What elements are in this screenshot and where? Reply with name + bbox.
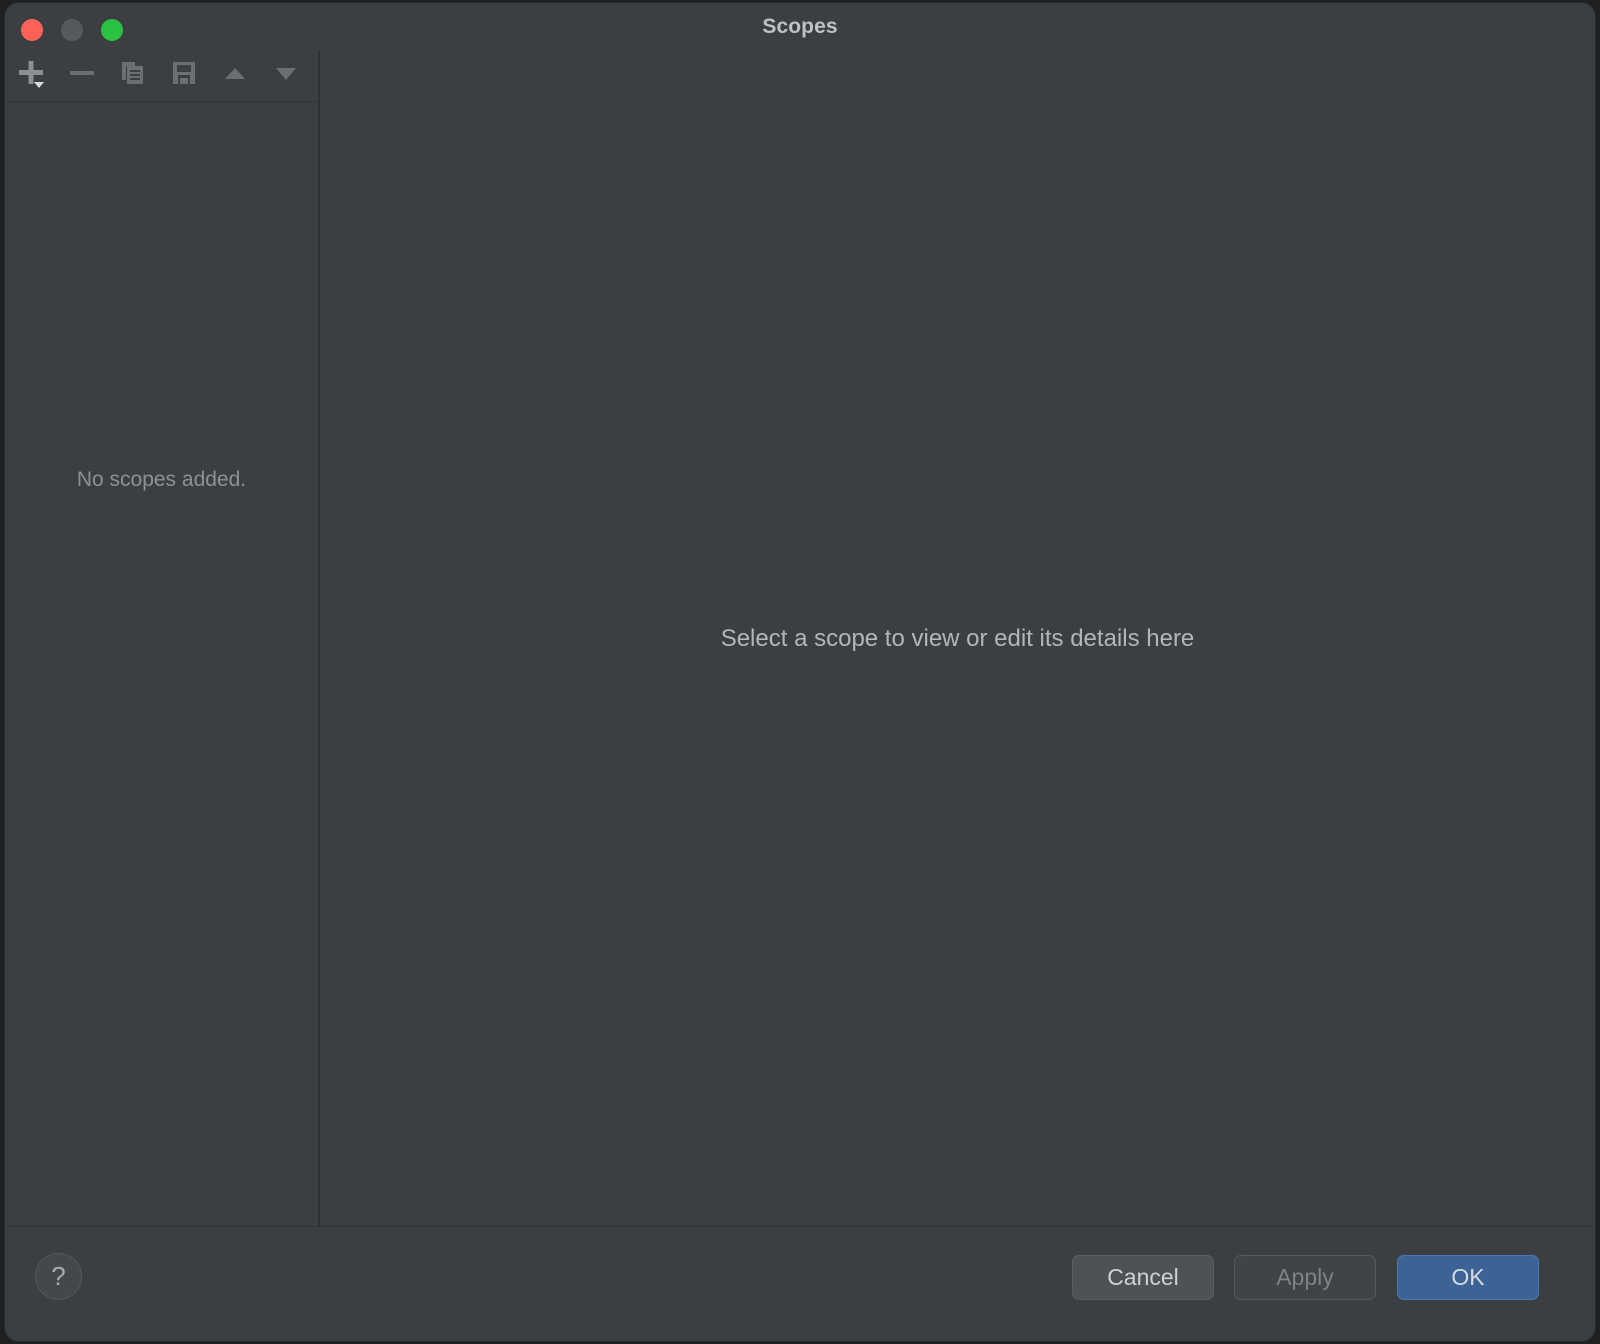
add-scope-button[interactable] (5, 50, 56, 100)
triangle-down-icon (271, 58, 301, 93)
apply-button[interactable]: Apply (1234, 1255, 1376, 1300)
dialog-body: No scopes added. Select a scope to view … (5, 50, 1595, 1226)
save-icon (169, 58, 199, 93)
cancel-button[interactable]: Cancel (1072, 1255, 1214, 1300)
scopes-empty-message: No scopes added. (76, 468, 247, 491)
remove-scope-button[interactable] (56, 50, 107, 100)
copy-icon (118, 58, 148, 93)
scopes-toolbar (5, 50, 318, 102)
minus-icon (67, 58, 97, 93)
move-scope-down-button[interactable] (260, 50, 311, 100)
title-bar: Scopes (5, 3, 1595, 51)
move-scope-up-button[interactable] (209, 50, 260, 100)
dialog-footer: ? Cancel Apply OK (5, 1226, 1595, 1341)
scope-details-panel: Select a scope to view or edit its detai… (320, 50, 1595, 1226)
help-icon[interactable]: ? (35, 1253, 82, 1300)
save-scope-button[interactable] (158, 50, 209, 100)
scopes-list-panel: No scopes added. (5, 50, 318, 1226)
scopes-dialog-window: Scopes No scopes added. Select a scope t… (5, 3, 1595, 1341)
scope-details-placeholder: Select a scope to view or edit its detai… (720, 625, 1195, 652)
plus-dropdown-icon (14, 56, 48, 95)
window-title: Scopes (762, 15, 838, 38)
duplicate-scope-button[interactable] (107, 50, 158, 100)
ok-button[interactable]: OK (1397, 1255, 1539, 1300)
triangle-up-icon (220, 58, 250, 93)
